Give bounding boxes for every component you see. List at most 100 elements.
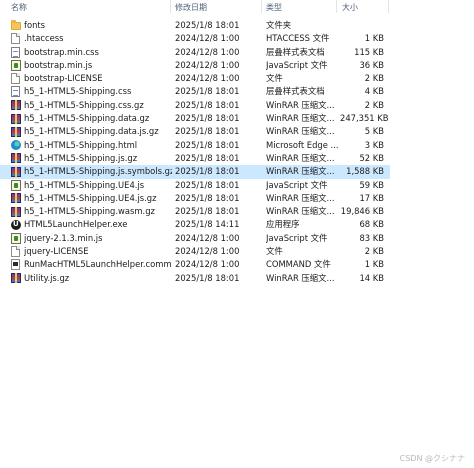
file-size: 19,846 KB [340,206,384,217]
winrar-archive-icon [11,206,21,217]
file-name: h5_1-HTML5-Shipping.css.gz [24,99,144,110]
file-name: h5_1-HTML5-Shipping.css [24,86,132,97]
file-name: h5_1-HTML5-Shipping.js.gz [24,152,138,163]
file-row[interactable]: RunMacHTML5LaunchHelper.comma... 2024/12/… [0,258,390,271]
file-modified-date: 2024/12/8 1:00 [175,246,240,257]
file-size: 1,588 KB [346,166,384,177]
file-name: h5_1-HTML5-Shipping.html [24,139,138,150]
file-modified-date: 2025/1/8 18:01 [175,86,240,97]
file-modified-date: 2025/1/8 18:01 [175,113,240,124]
file-size: 1 KB [364,259,384,270]
winrar-archive-icon [11,100,21,111]
column-header-bar: 名称 ^ 修改日期 类型 大小 [0,0,390,13]
column-header-date[interactable]: 修改日期 [175,2,207,13]
file-modified-date: 2024/12/8 1:00 [175,33,240,44]
css-file-icon [11,46,20,58]
file-type: WinRAR 压缩文... [266,113,335,124]
file-name: bootstrap.min.css [24,46,99,57]
file-row[interactable]: jquery-2.1.3.min.js 2024/12/8 1:00 JavaScr… [0,232,390,245]
column-header-name[interactable]: 名称 [11,2,27,13]
file-row[interactable]: Utility.js.gz 2025/1/8 18:01 WinRAR 压缩文...… [0,272,390,285]
sort-caret-icon: ^ [58,0,64,5]
winrar-archive-icon [11,113,21,124]
column-divider[interactable] [261,0,262,13]
file-modified-date: 2025/1/8 18:01 [175,166,240,177]
file-row[interactable]: HTML5LaunchHelper.exe 2025/1/8 14:11 应用程序 6… [0,218,390,231]
file-modified-date: 2024/12/8 1:00 [175,59,240,70]
file-type: WinRAR 压缩文... [266,206,335,217]
file-name: h5_1-HTML5-Shipping.data.js.gz [24,126,159,137]
file-row[interactable]: h5_1-HTML5-Shipping.data.gz 2025/1/8 18:0… [0,112,390,125]
folder-icon [11,20,21,30]
column-divider[interactable] [336,0,337,13]
file-type: WinRAR 压缩文... [266,192,335,203]
edge-html-icon [11,140,21,151]
js-file-icon [11,59,21,71]
file-size: 17 KB [359,192,384,203]
column-divider[interactable] [388,0,389,13]
file-size: 68 KB [359,219,384,230]
file-row[interactable]: h5_1-HTML5-Shipping.css.gz 2025/1/8 18:01… [0,99,390,112]
file-modified-date: 2025/1/8 18:01 [175,206,240,217]
column-header-type[interactable]: 类型 [266,2,282,13]
file-row[interactable]: h5_1-HTML5-Shipping.wasm.gz 2025/1/8 18:0… [0,205,390,218]
file-name: jquery-2.1.3.min.js [24,232,103,243]
file-type: JavaScript 文件 [266,179,328,190]
file-modified-date: 2024/12/8 1:00 [175,46,240,57]
file-modified-date: 2025/1/8 18:01 [175,99,240,110]
file-modified-date: 2024/12/8 1:00 [175,259,240,270]
file-name: Utility.js.gz [24,272,70,283]
winrar-archive-icon [11,273,21,284]
file-modified-date: 2025/1/8 18:01 [175,272,240,283]
file-row[interactable]: h5_1-HTML5-Shipping.html 2025/1/8 18:01 Mi… [0,139,390,152]
file-modified-date: 2025/1/8 14:11 [175,219,240,230]
file-type: Microsoft Edge ... [266,139,338,150]
file-size: 2 KB [364,73,384,84]
file-name: jquery-LICENSE [24,246,89,257]
file-type: JavaScript 文件 [266,232,328,243]
watermark: CSDN @クシナナ [399,454,465,463]
file-modified-date: 2025/1/8 18:01 [175,192,240,203]
file-name: h5_1-HTML5-Shipping.js.symbols.gz [24,166,172,177]
winrar-archive-icon [11,126,21,137]
file-row[interactable]: h5_1-HTML5-Shipping.UE4.js.gz 2025/1/8 18… [0,192,390,205]
file-size: 3 KB [364,139,384,150]
winrar-archive-icon [11,153,21,164]
file-row[interactable]: .htaccess 2024/12/8 1:00 HTACCESS 文件 1 KB [0,32,390,45]
file-name: bootstrap-LICENSE [24,73,103,84]
file-size: 247,351 KB [340,113,389,124]
file-size: 2 KB [364,246,384,257]
file-type: JavaScript 文件 [266,59,328,70]
file-row[interactable]: h5_1-HTML5-Shipping.css 2025/1/8 18:01 层叠样… [0,85,390,98]
js-file-icon [11,179,21,191]
file-type: WinRAR 压缩文... [266,272,335,283]
file-row[interactable]: h5_1-HTML5-Shipping.data.js.gz 2025/1/8 1… [0,125,390,138]
file-modified-date: 2025/1/8 18:01 [175,20,240,30]
file-row[interactable]: h5_1-HTML5-Shipping.js.symbols.gz 2025/1/… [0,165,390,179]
column-divider[interactable] [170,0,171,13]
file-type: COMMAND 文件 [266,259,331,270]
file-row[interactable]: jquery-LICENSE 2024/12/8 1:00 文件 2 KB [0,245,390,258]
file-row[interactable]: h5_1-HTML5-Shipping.js.gz 2025/1/8 18:01 W… [0,152,390,165]
file-type: WinRAR 压缩文... [266,126,335,137]
file-row[interactable]: h5_1-HTML5-Shipping.UE4.js 2025/1/8 18:01… [0,179,390,192]
command-file-icon [11,259,20,271]
column-header-size[interactable]: 大小 [342,2,358,13]
file-row[interactable]: bootstrap.min.css 2024/12/8 1:00 层叠样式表文档 11… [0,46,390,59]
file-type: WinRAR 压缩文... [266,152,335,163]
file-modified-date: 2025/1/8 18:01 [175,179,240,190]
file-row[interactable]: bootstrap.min.js 2024/12/8 1:00 JavaScript… [0,59,390,72]
file-size: 59 KB [359,179,384,190]
file-row[interactable]: bootstrap-LICENSE 2024/12/8 1:00 文件 2 KB [0,72,390,85]
file-icon [11,33,20,45]
file-type: 文件 [266,246,283,257]
file-modified-date: 2025/1/8 18:01 [175,152,240,163]
file-modified-date: 2024/12/8 1:00 [175,232,240,243]
file-size: 5 KB [364,126,384,137]
file-name: fonts [24,20,46,30]
js-file-icon [11,232,21,244]
file-name: h5_1-HTML5-Shipping.UE4.js.gz [24,192,157,203]
file-name: bootstrap.min.js [24,59,93,70]
file-type: 层叠样式表文档 [266,86,325,97]
file-row[interactable]: fonts 2025/1/8 18:01 文件夹 [0,19,390,32]
